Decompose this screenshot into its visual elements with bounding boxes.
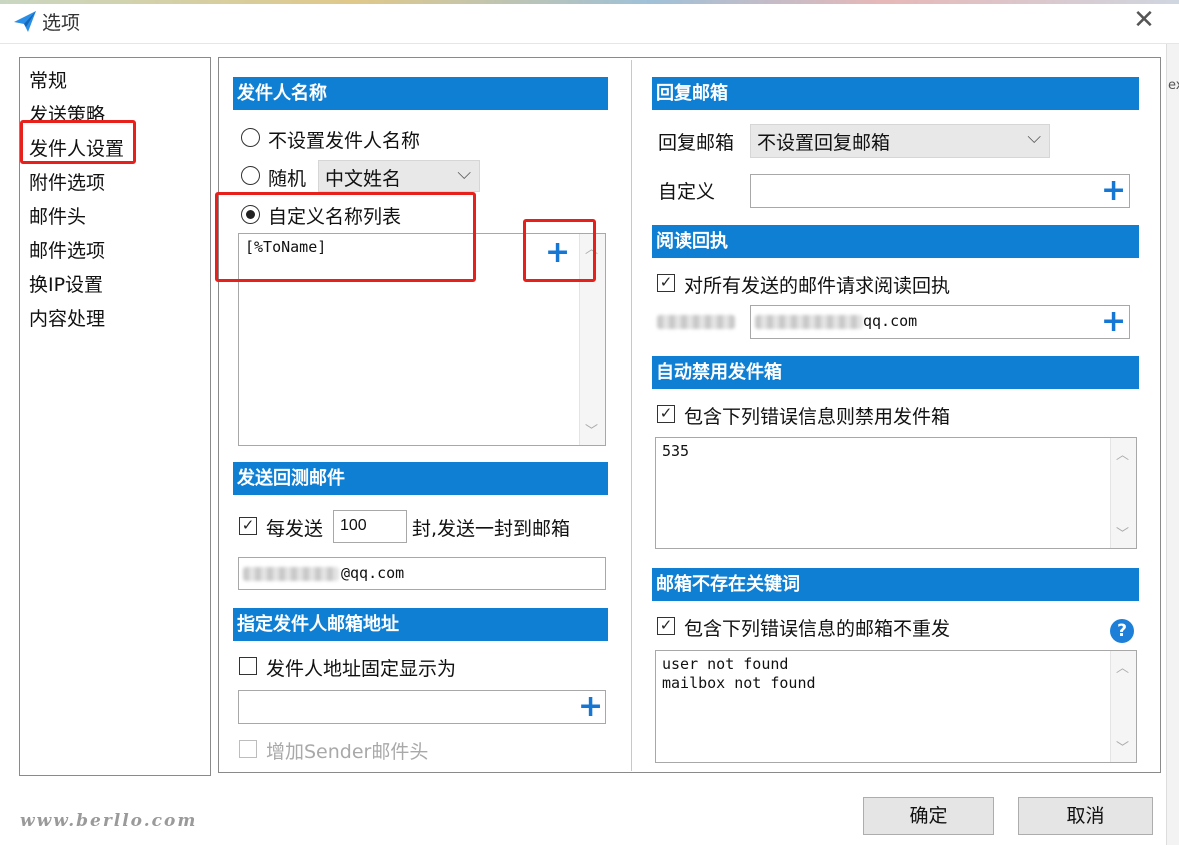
scroll-down-icon: ﹀ xyxy=(1116,741,1130,756)
random-name-select[interactable]: 中文姓名 ⌵ xyxy=(318,160,480,192)
scrollbar-nonexistent[interactable]: ︿ ﹀ xyxy=(1110,651,1136,762)
highlight-box-add-button xyxy=(523,219,596,282)
title-bar xyxy=(0,4,1179,44)
nav-item-general[interactable]: 常规 xyxy=(29,66,67,93)
section-header-reply: 回复邮箱 xyxy=(652,77,1139,110)
checkbox-nonexistent-mailbox[interactable]: ✓ xyxy=(657,617,675,635)
scroll-up-icon: ︿ xyxy=(1116,448,1130,463)
nav-item-content-processing[interactable]: 内容处理 xyxy=(29,304,105,331)
radio-random-name[interactable] xyxy=(241,166,260,185)
nav-item-mail-headers[interactable]: 邮件头 xyxy=(29,202,86,229)
highlight-box-nav xyxy=(20,120,136,164)
chevron-down-icon: ⌵ xyxy=(457,163,471,184)
auto-disable-errors-textarea[interactable]: 535 ︿ ﹀ xyxy=(655,437,1137,549)
help-icon[interactable]: ? xyxy=(1110,619,1134,643)
cancel-button[interactable]: 取消 xyxy=(1018,797,1153,835)
section-header-auto-disable: 自动禁用发件箱 xyxy=(652,356,1139,389)
nonexistent-keywords-textarea[interactable]: user not found mailbox not found ︿ ﹀ xyxy=(655,650,1137,763)
label-auto-disable: 包含下列错误信息则禁用发件箱 xyxy=(684,406,951,428)
radio-no-sender-name[interactable] xyxy=(241,128,260,147)
plus-icon: + xyxy=(1101,304,1127,339)
label-fixed-sender-address: 发件人地址固定显示为 xyxy=(266,658,457,680)
scroll-down-icon: ﹀ xyxy=(1116,527,1130,542)
paper-plane-icon xyxy=(14,11,36,32)
ok-button[interactable]: 确定 xyxy=(863,797,994,835)
custom-reply-input[interactable] xyxy=(750,174,1130,208)
read-receipt-address-value: qq.com xyxy=(863,312,918,330)
auto-disable-errors-value: 535 xyxy=(662,442,690,460)
nonexistent-keywords-value: user not found mailbox not found xyxy=(662,655,816,692)
scroll-up-icon: ︿ xyxy=(1116,661,1130,676)
close-icon: ✕ xyxy=(1133,5,1155,35)
section-header-read-receipt: 阅读回执 xyxy=(652,225,1139,258)
test-mail-count-value: 100 xyxy=(340,517,367,534)
checkbox-test-mail[interactable]: ✓ xyxy=(239,517,257,535)
watermark: www.berllo.com xyxy=(20,811,198,831)
scrollbar-auto-disable[interactable]: ︿ ﹀ xyxy=(1110,438,1136,548)
section-header-sender-address: 指定发件人邮箱地址 xyxy=(233,608,608,641)
close-button[interactable]: ✕ xyxy=(1128,4,1160,36)
label-random-name: 随机 xyxy=(268,168,307,190)
redacted-text xyxy=(755,315,863,329)
test-mail-address-value: @qq.com xyxy=(341,564,405,582)
checkbox-add-sender-header[interactable] xyxy=(239,740,257,758)
label-reply-mailbox: 回复邮箱 xyxy=(658,132,735,154)
reply-mailbox-select[interactable]: 不设置回复邮箱 ⌵ xyxy=(750,124,1050,158)
test-mail-count-input[interactable]: 100 xyxy=(333,510,407,543)
label-no-sender-name: 不设置发件人名称 xyxy=(268,130,421,152)
plus-icon: + xyxy=(578,689,604,724)
add-sender-address-button[interactable]: + xyxy=(578,692,603,722)
checkbox-read-receipt[interactable]: ✓ xyxy=(657,274,675,292)
scroll-down-icon: ﹀ xyxy=(585,424,599,439)
section-header-test-mail: 发送回测邮件 xyxy=(233,462,608,495)
reply-mailbox-select-value: 不设置回复邮箱 xyxy=(757,132,891,154)
fixed-sender-address-input[interactable] xyxy=(238,690,606,724)
label-custom-reply: 自定义 xyxy=(658,181,716,203)
add-reply-button[interactable]: + xyxy=(1101,176,1126,206)
label-test-mail-prefix: 每发送 xyxy=(266,518,324,540)
checkbox-auto-disable[interactable]: ✓ xyxy=(657,405,675,423)
chevron-down-icon: ⌵ xyxy=(1027,127,1041,148)
background-window-edge xyxy=(1166,44,1179,845)
random-name-select-value: 中文姓名 xyxy=(325,168,402,190)
test-mail-address-input[interactable]: @qq.com xyxy=(238,557,606,590)
nav-item-attachment-options[interactable]: 附件选项 xyxy=(29,168,105,195)
label-read-receipt: 对所有发送的邮件请求阅读回执 xyxy=(684,275,951,297)
section-header-nonexistent-mailbox: 邮箱不存在关键词 xyxy=(652,568,1139,601)
nav-item-mail-options[interactable]: 邮件选项 xyxy=(29,236,105,263)
label-nonexistent-mailbox: 包含下列错误信息的邮箱不重发 xyxy=(684,618,951,640)
column-divider xyxy=(631,60,632,771)
section-header-sender-name: 发件人名称 xyxy=(233,77,608,110)
nav-item-ip-settings[interactable]: 换IP设置 xyxy=(29,270,103,297)
label-add-sender-header: 增加Sender邮件头 xyxy=(266,741,429,763)
redacted-text xyxy=(243,567,339,581)
redacted-label xyxy=(657,315,735,329)
checkbox-fixed-sender-address[interactable] xyxy=(239,657,257,675)
label-test-mail-suffix: 封,发送一封到邮箱 xyxy=(412,518,571,540)
window-title: 选项 xyxy=(42,12,81,34)
background-window-text: ex xyxy=(1168,78,1179,93)
add-read-receipt-button[interactable]: + xyxy=(1101,307,1126,337)
highlight-box-custom-list xyxy=(215,192,476,282)
nav-list: 常规 发送策略 发件人设置 附件选项 邮件头 邮件选项 换IP设置 内容处理 xyxy=(19,57,211,776)
plus-icon: + xyxy=(1101,173,1127,208)
read-receipt-address-input[interactable]: qq.com xyxy=(750,305,1130,339)
